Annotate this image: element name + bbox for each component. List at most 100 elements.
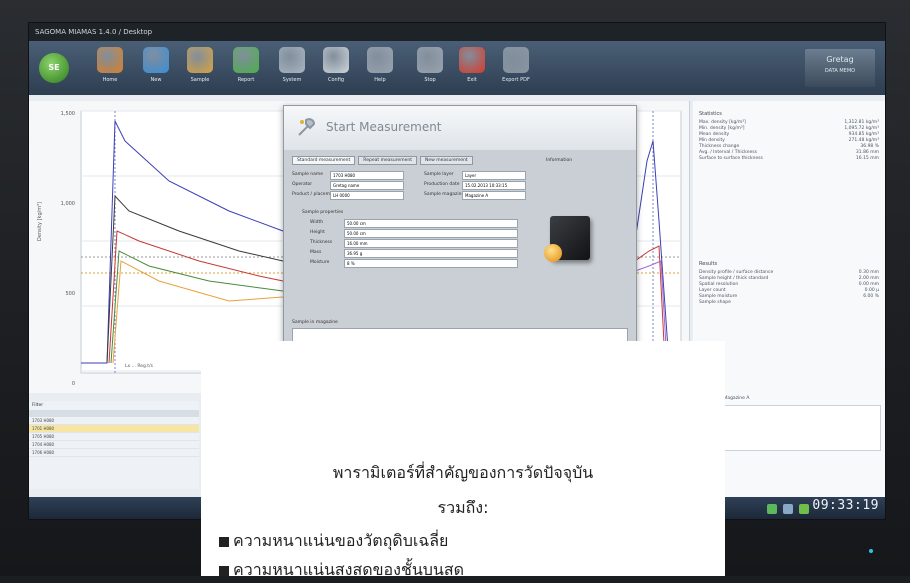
app-logo-button[interactable]: SE	[39, 53, 69, 83]
toolbar-button-label: New	[150, 77, 162, 83]
property-input[interactable]: 50.00 cm	[344, 219, 518, 228]
property-input[interactable]: 16.00 mm	[344, 239, 518, 248]
toolbar-button-sample[interactable]: Sample	[183, 47, 217, 89]
toolbar-button-new[interactable]: New	[139, 47, 173, 89]
statistics-title: Statistics	[699, 111, 722, 117]
y-axis-label: Density [kg/m³]	[37, 202, 43, 241]
stat-row: Surface to surface thickness 16.15 mm	[699, 156, 879, 162]
wrench-icon	[298, 118, 316, 136]
results-title: Results	[699, 261, 718, 267]
table-header	[29, 410, 199, 417]
table-row[interactable]: 1705 H080	[29, 433, 199, 441]
toolbar-button-config[interactable]: Config	[319, 47, 353, 89]
y-tick-label: 1,000	[61, 201, 75, 207]
tray-network-icon[interactable]	[783, 504, 793, 514]
bullet-text-2: ความหนาแน่นสงสดของชั้นบนสด	[233, 560, 465, 579]
toolbar-button-label: Report	[237, 77, 255, 83]
property-label: Moisture	[310, 260, 330, 265]
legend-text: Lx ... Reg.t/s	[125, 363, 154, 369]
magazine-list[interactable]	[699, 405, 881, 451]
toolbar-button-label: System	[282, 77, 302, 83]
toolbar-button-system[interactable]: System	[275, 47, 309, 89]
field-input[interactable]: Magazine A	[462, 191, 526, 200]
field-label: Production date	[424, 182, 460, 187]
table-row[interactable]: 1706 H080	[29, 449, 199, 457]
property-input[interactable]: 36.95 g	[344, 249, 518, 258]
table-row[interactable]: 1704 H080	[29, 441, 199, 449]
toolbar-button-label: Export PDF	[502, 77, 530, 83]
statistics-section: Statistics Max. density [kg/m³] 1,312.81 …	[699, 111, 879, 162]
toolbar-button-label: Exit	[467, 77, 477, 83]
magazine-section: Magazine Magazine: Magazine A	[699, 387, 879, 401]
field-input[interactable]: 15.02.2013 10:33:15	[462, 181, 526, 190]
stat-key: Sample shape	[699, 300, 731, 305]
table-row[interactable]: 1701 H080	[29, 425, 199, 433]
toolbar-button-label: Config	[327, 77, 345, 83]
information-label: Information	[546, 158, 573, 163]
main-toolbar: SE Home New Sample Report System Config Help St…	[29, 41, 885, 95]
toolbar-button-label: Sample	[190, 77, 210, 83]
bullet-text-1: ความหนาแน่นของวัตถุดิบเฉลี่ย	[233, 531, 449, 550]
field-input[interactable]: 1703 H080	[330, 171, 404, 180]
property-label: Width	[310, 220, 324, 225]
dialog-header: Start Measurement	[284, 106, 636, 150]
book-icon	[187, 47, 213, 73]
toolbar-button-help[interactable]: Help	[363, 47, 397, 89]
property-input[interactable]: 50.00 cm	[344, 229, 518, 238]
dialog-tab[interactable]: New measurement	[419, 156, 473, 165]
stop-icon	[459, 47, 485, 73]
brand-name: Gretag	[826, 55, 854, 64]
document-icon	[323, 47, 349, 73]
field-label: Sample layer	[424, 172, 454, 177]
field-label: Sample magazine	[424, 192, 465, 197]
toolbar-button-home[interactable]: Home	[93, 47, 127, 89]
magazine-text: Magazine: Magazine A	[699, 396, 750, 401]
toolbar-button-label: Help	[374, 77, 386, 83]
property-label: Mass	[310, 250, 322, 255]
taskbar-clock: 09:33:19	[812, 498, 879, 513]
home-icon	[97, 47, 123, 73]
tray-green-icon[interactable]	[767, 504, 777, 514]
field-input[interactable]: LH 0000	[330, 191, 404, 200]
filter-label: Filter	[32, 403, 44, 408]
property-label: Height	[310, 230, 325, 235]
toolbar-button-report[interactable]: Report	[229, 47, 263, 89]
overlay-heading: พารามิเตอร์ที่สำคัญของการวัดปัจจุบัน	[332, 463, 594, 482]
sample-table: Filter 1703 H080 1701 H080 1705 H080 1704 H…	[29, 401, 199, 489]
tools-icon	[279, 47, 305, 73]
dialog-title: Start Measurement	[326, 120, 442, 134]
dialog-tab[interactable]: Repeat measurement	[358, 156, 417, 165]
pie-chart-icon	[233, 47, 259, 73]
property-input[interactable]: 8 %	[344, 259, 518, 268]
properties-label: Sample properties	[302, 210, 344, 215]
device-icon	[544, 216, 590, 262]
toolbar-button-stop[interactable]: Stop	[413, 47, 447, 89]
field-input[interactable]: Layer	[462, 171, 526, 180]
y-tick-label: 500	[65, 291, 75, 297]
stat-value: 16.15 mm	[855, 156, 879, 161]
start-measurement-dialog: Start Measurement Standard measurement Re…	[283, 105, 637, 347]
y-tick-label: 1,500	[61, 111, 75, 117]
y-tick-label: 0	[72, 381, 75, 387]
brand-subtitle: DATA MEMO	[824, 68, 856, 74]
grid-label: Sample in magazine	[292, 320, 338, 325]
monitor-icon	[143, 47, 169, 73]
toolbar-button-exit[interactable]: Exit	[455, 47, 489, 89]
dialog-tab[interactable]: Standard measurement	[292, 156, 356, 165]
results-section: Results Density profile / surface distan…	[699, 261, 879, 306]
stat-value: 6.00 %	[863, 294, 879, 299]
overlay-bullet-1: ความหนาแน่นของวัตถุดิบเฉลี่ย	[219, 529, 448, 554]
field-input[interactable]: Gretag name	[330, 181, 404, 190]
table-row[interactable]: 1703 H080	[29, 417, 199, 425]
device-light-icon	[544, 244, 562, 262]
toolbar-button-export-pdf[interactable]: Export PDF	[499, 47, 533, 89]
stat-row: Sample shape	[699, 300, 879, 306]
wrench-icon	[417, 47, 443, 73]
export-icon	[503, 47, 529, 73]
overlay-heading-2: รวมถึง:	[437, 498, 489, 517]
power-led-icon	[869, 549, 873, 553]
tray-volume-icon[interactable]	[799, 504, 809, 514]
property-label: Thickness	[310, 240, 333, 245]
caption-overlay: พารามิเตอร์ที่สำคัญของการวัดปัจจุบัน รวม…	[201, 341, 725, 579]
help-icon	[367, 47, 393, 73]
